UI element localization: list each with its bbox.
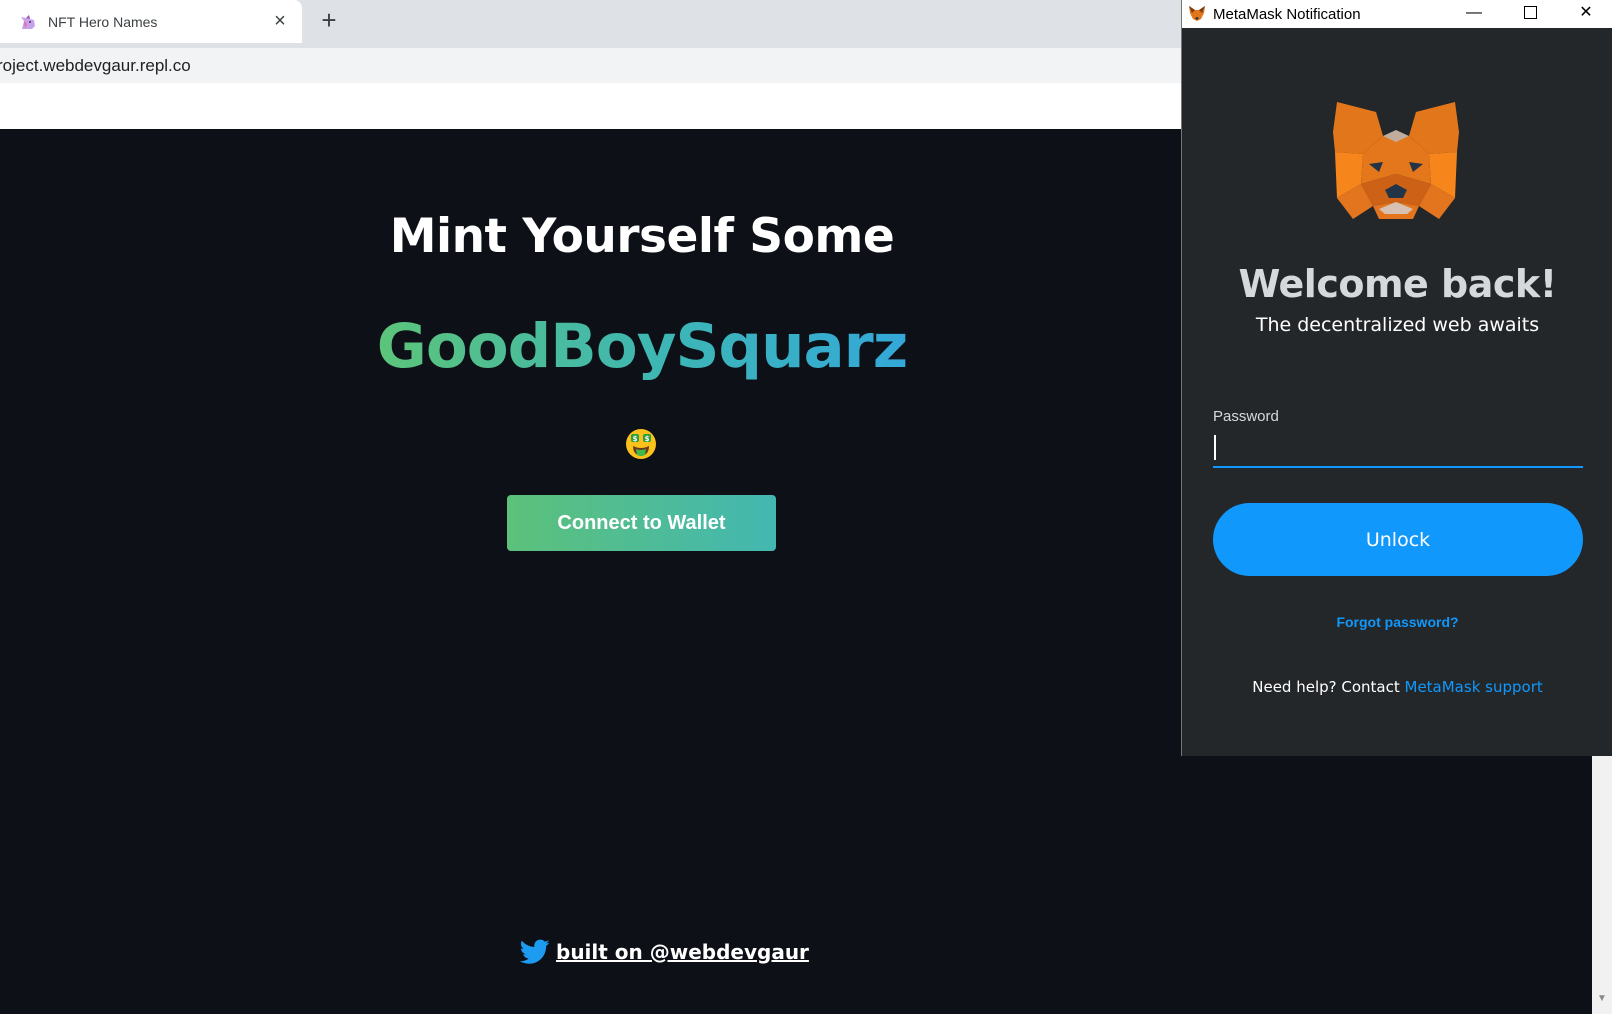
metamask-window: MetaMask Notification — ✕ Welcome back! … — [1181, 0, 1612, 756]
unicorn-icon — [21, 14, 35, 29]
footer-twitter-link[interactable]: built on @webdevgaur — [520, 935, 809, 969]
scroll-down-arrow-icon[interactable]: ▼ — [1597, 993, 1607, 1004]
gradient-name-container: GoodBoySquarz — [0, 311, 1284, 382]
gradient-name: GoodBoySquarz — [376, 311, 908, 382]
close-window-button[interactable]: ✕ — [1558, 0, 1612, 28]
address-url[interactable]: roject.webdevgaur.repl.co — [0, 56, 191, 76]
page-scrollbar[interactable]: ▼ — [1592, 756, 1612, 1014]
maximize-button[interactable] — [1502, 0, 1558, 28]
forgot-password-link[interactable]: Forgot password? — [1182, 614, 1612, 630]
connect-wallet-button[interactable]: Connect to Wallet — [507, 495, 776, 551]
tab-title: NFT Hero Names — [48, 13, 158, 30]
svg-text:$: $ — [633, 435, 638, 443]
page-headline: Mint Yourself Some — [389, 209, 895, 264]
svg-text:$: $ — [645, 435, 650, 443]
twitter-icon — [520, 939, 550, 964]
new-tab-icon[interactable]: + — [316, 7, 342, 34]
metamask-welcome: Welcome back! — [1238, 262, 1557, 306]
password-input[interactable] — [1213, 432, 1583, 468]
metamask-fox-logo — [1333, 102, 1459, 219]
footer-text[interactable]: built on @webdevgaur — [556, 940, 809, 964]
metamask-titlebar[interactable]: MetaMask Notification — ✕ — [1182, 0, 1612, 28]
maximize-icon — [1523, 6, 1537, 20]
password-label: Password — [1213, 408, 1279, 425]
metamask-subtitle: The decentralized web awaits — [1255, 314, 1540, 336]
unlock-button[interactable]: Unlock — [1213, 503, 1583, 576]
minimize-button[interactable]: — — [1446, 0, 1502, 28]
metamask-support-link[interactable]: MetaMask support — [1405, 678, 1543, 696]
help-prefix: Need help? Contact — [1252, 678, 1405, 696]
screen: NFT Hero Names × + roject.webdevgaur.rep… — [0, 0, 1612, 1014]
metamask-fox-icon — [1189, 6, 1205, 21]
metamask-window-title: MetaMask Notification — [1213, 5, 1361, 23]
money-mouth-face-icon: $ $ — [626, 429, 656, 459]
browser-tab[interactable]: NFT Hero Names × — [0, 0, 302, 43]
tab-close-icon[interactable]: × — [270, 11, 290, 32]
help-line: Need help? Contact MetaMask support — [1182, 678, 1612, 696]
text-caret — [1214, 435, 1216, 460]
